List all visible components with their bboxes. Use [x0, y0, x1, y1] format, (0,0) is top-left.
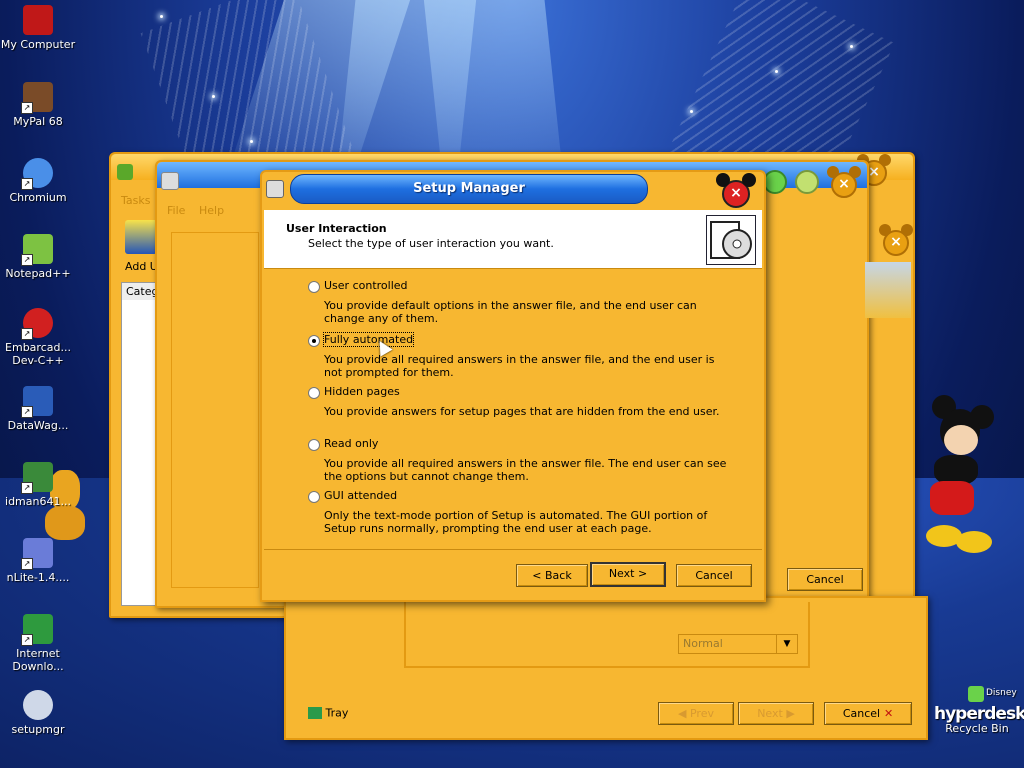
star — [212, 95, 215, 98]
minimize-icon[interactable] — [763, 170, 787, 194]
desktop-icon-label: idman641... — [5, 495, 71, 508]
priority-select-value: Normal — [683, 637, 723, 650]
chevron-down-icon: ▼ — [776, 635, 797, 653]
desktop-icon-label: MyPal 68 — [13, 115, 63, 128]
star — [160, 15, 163, 18]
cancel-button[interactable]: Cancel — [787, 568, 863, 591]
option-label[interactable]: User controlled — [324, 279, 408, 292]
next-label: Next — [757, 707, 783, 720]
datawag-icon: ↗ — [21, 386, 53, 418]
radio-button[interactable] — [308, 387, 320, 399]
next-button[interactable]: Next > — [590, 562, 666, 587]
chromium-icon: ↗ — [21, 158, 53, 190]
desktop-icon-nlite[interactable]: ↗ nLite-1.4.... — [0, 538, 76, 584]
desktop-icon-datawag[interactable]: ↗ DataWag... — [0, 386, 76, 432]
wizard-body: User controlled You provide default opti… — [264, 269, 762, 550]
desktop-icon-internet-download[interactable]: ↗ Internet Downlo... — [0, 614, 76, 673]
radio-button-selected[interactable] — [308, 335, 320, 347]
option-label[interactable]: Read only — [324, 437, 378, 450]
idm-download-icon: ↗ — [21, 614, 53, 646]
desktop-icon-notepad[interactable]: ↗ Notepad++ — [0, 234, 76, 280]
setup-manager-icon — [266, 180, 284, 198]
tray-button[interactable]: Tray — [308, 706, 348, 720]
idm-icon: ↗ — [21, 462, 53, 494]
desktop-icon-mypal[interactable]: ↗ MyPal 68 — [0, 82, 76, 128]
tray-label: Tray — [325, 706, 349, 720]
setupmgr-icon — [23, 690, 53, 720]
cancel-button[interactable]: Cancel ✕ — [824, 702, 912, 725]
my-computer-icon — [23, 5, 53, 35]
close-icon[interactable]: × — [827, 166, 861, 198]
notepad-icon: ↗ — [21, 234, 53, 266]
close-icon[interactable]: × — [879, 224, 913, 256]
desktop-icon-idman[interactable]: ↗ idman641... — [0, 462, 76, 508]
menu-help[interactable]: Help — [199, 204, 224, 217]
close-icon[interactable]: × — [716, 173, 756, 208]
priority-select[interactable]: Normal ▼ — [678, 634, 798, 654]
star — [850, 45, 853, 48]
next-icon: ▶ — [782, 707, 795, 720]
star — [250, 140, 253, 143]
option-description: You provide answers for setup pages that… — [324, 405, 720, 418]
option-description: Only the text-mode portion of Setup is a… — [324, 509, 708, 535]
star — [775, 70, 778, 73]
prev-label: Prev — [689, 707, 714, 720]
prev-button[interactable]: ◀ Prev — [658, 702, 734, 725]
option-label[interactable]: Hidden pages — [324, 385, 400, 398]
desktop-icon-label: setupmgr — [11, 723, 65, 736]
star — [690, 110, 693, 113]
mypal-icon: ↗ — [21, 82, 53, 114]
desktop-icon-label: Notepad++ — [5, 267, 71, 280]
option-description: You provide all required answers in the … — [324, 457, 727, 483]
close-icon: ✕ — [880, 707, 894, 720]
maximize-icon[interactable] — [795, 170, 819, 194]
radio-button[interactable] — [308, 491, 320, 503]
desktop-icon-label: Embarcad... Dev-C++ — [5, 341, 71, 367]
option-description: You provide default options in the answe… — [324, 299, 697, 325]
option-label[interactable]: GUI attended — [324, 489, 397, 502]
mickey-figure — [920, 395, 1000, 555]
desktop-icon-label: My Computer — [0, 38, 76, 51]
prev-icon: ◀ — [678, 707, 690, 720]
saxophone-image — [865, 262, 911, 318]
option-label[interactable]: Fully automated — [322, 332, 415, 347]
desktop-icon-chromium[interactable]: ↗ Chromium — [0, 158, 76, 204]
tray-icon — [308, 707, 322, 719]
desktop-icon-recycle-bin[interactable]: Disney hyperdesk Recycle Bin — [930, 686, 1024, 736]
back-button[interactable]: < Back — [516, 564, 588, 587]
add-ui-icon — [125, 220, 157, 254]
setup-manager-dialog[interactable]: Setup Manager × User Interaction Select … — [260, 170, 766, 602]
desktop-icon-setupmgr[interactable]: setupmgr — [0, 690, 76, 736]
recycle-bin-icon — [968, 686, 984, 702]
wizard-header-subtitle: Select the type of user interaction you … — [308, 237, 554, 250]
hyperdesk-logo: hyperdesk — [934, 704, 1024, 724]
content-panel — [171, 232, 259, 588]
cancel-button[interactable]: Cancel — [676, 564, 752, 587]
background-window-bottom[interactable]: Normal ▼ Tray ◀ Prev Next ▶ Cancel ✕ — [284, 596, 928, 740]
wizard-header: User Interaction Select the type of user… — [264, 210, 762, 269]
cancel-label: Cancel — [842, 707, 881, 720]
setup-cd-icon — [706, 215, 756, 265]
option-description: You provide all required answers in the … — [324, 353, 715, 379]
devcpp-icon: ↗ — [21, 308, 53, 340]
next-button[interactable]: Next ▶ — [738, 702, 814, 725]
brand-small: Disney — [986, 688, 1017, 698]
desktop-icon-label: nLite-1.4.... — [6, 571, 70, 584]
radio-button[interactable] — [308, 439, 320, 451]
desktop-icon-label: DataWag... — [7, 419, 69, 432]
nlite-icon: ↗ — [21, 538, 53, 570]
desktop-icon-my-computer[interactable]: My Computer — [0, 5, 76, 51]
dialog-title: Setup Manager — [290, 174, 648, 204]
radio-button[interactable] — [308, 281, 320, 293]
app-icon — [161, 172, 179, 190]
desktop-icon-label: Chromium — [9, 191, 67, 204]
menu-file[interactable]: File — [167, 204, 185, 217]
recycle-bin-label: Recycle Bin — [945, 722, 1009, 735]
desktop-icon-label: Internet Downlo... — [12, 647, 64, 673]
desktop-icon-devcpp[interactable]: ↗ Embarcad... Dev-C++ — [0, 308, 76, 367]
tasks-label: Tasks — [121, 194, 151, 207]
app-icon — [117, 164, 133, 180]
wizard-header-title: User Interaction — [286, 222, 387, 235]
